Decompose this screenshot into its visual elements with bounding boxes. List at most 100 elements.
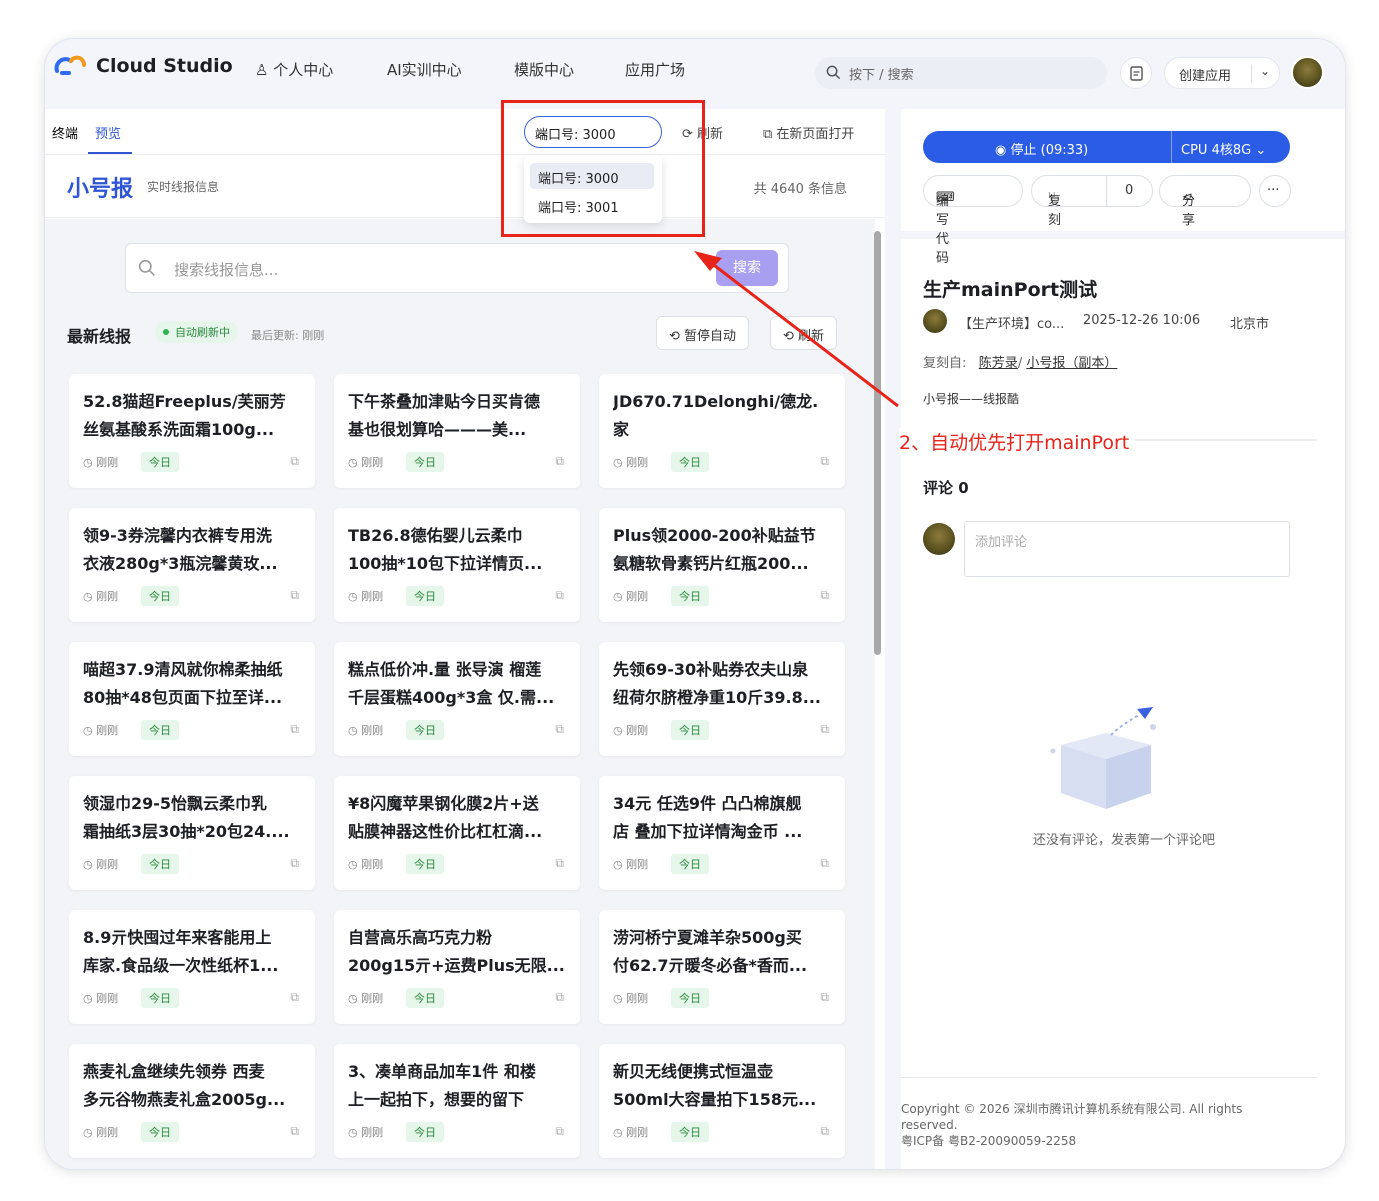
edit-code-button[interactable]: ⌨ 编写代码 xyxy=(923,175,1023,266)
external-link-icon[interactable]: ⧉ xyxy=(290,454,299,469)
deal-card[interactable]: ¥8闪魔苹果钢化膜2片+送 贴膜神器这性价比杠杠滴... ◷ 刚刚 今日 ⧉ xyxy=(334,776,580,890)
open-new-page-button[interactable]: ⧉ 在新页面打开 xyxy=(763,123,854,142)
fork-source-project-link[interactable]: 小号报（副本） xyxy=(1026,356,1117,371)
external-link-icon[interactable]: ⧉ xyxy=(290,588,299,603)
more-button[interactable]: ··· xyxy=(1259,175,1291,207)
project-title: 生产mainPort测试 xyxy=(923,279,1098,301)
external-link-icon: ⧉ xyxy=(763,127,777,142)
external-link-icon[interactable]: ⧉ xyxy=(820,1124,829,1139)
last-update: 最后更新: 刚刚 xyxy=(251,329,325,342)
external-link-icon[interactable]: ⧉ xyxy=(820,990,829,1005)
deal-card[interactable]: 下午茶叠加津贴今日买肯德 基也很划算哈———美... ◷ 刚刚 今日 ⧉ xyxy=(334,374,580,488)
deal-card[interactable]: 自营高乐高巧克力粉 200g15亓+运费Plus无限... ◷ 刚刚 今日 ⧉ xyxy=(334,910,580,1024)
today-tag: 今日 xyxy=(141,988,179,1008)
created-datetime: 2025-12-26 10:06 xyxy=(1083,313,1201,328)
deal-time: ◷ 刚刚 xyxy=(348,992,384,1005)
chevron-down-icon[interactable]: ⌄ xyxy=(1260,64,1270,78)
clock-icon: ◷ xyxy=(348,724,362,737)
deal-card[interactable]: 领9-3券浣馨内衣裤专用洗 衣液280g*3瓶浣馨黄玫... ◷ 刚刚 今日 ⧉ xyxy=(69,508,315,622)
commenter-avatar xyxy=(923,523,955,555)
comment-input[interactable]: 添加评论 xyxy=(964,521,1290,577)
deal-card[interactable]: TB26.8德佑婴儿云柔巾 100抽*10包下拉详情页... ◷ 刚刚 今日 ⧉ xyxy=(334,508,580,622)
deal-card[interactable]: 34元 任选9件 凸凸棉旗舰 店 叠加下拉详情淘金币 ... ◷ 刚刚 今日 ⧉ xyxy=(599,776,845,890)
nav-personal-center[interactable]: ♙ 个人中心 xyxy=(255,59,333,80)
divider xyxy=(1171,131,1172,163)
external-link-icon[interactable]: ⧉ xyxy=(820,454,829,469)
person-icon: ♙ xyxy=(255,61,274,79)
deal-card[interactable]: 新贝无线便携式恒温壶 500ml大容量拍下158元... ◷ 刚刚 今日 ⧉ xyxy=(599,1044,845,1158)
global-search[interactable]: 按下 / 搜索 xyxy=(815,57,1107,89)
deal-title: 8.9亓快囤过年来客能用上 库家.食品级一次性纸杯1... xyxy=(83,928,279,975)
total-count: 共 4640 条信息 xyxy=(753,182,847,197)
pause-auto-button[interactable]: ⟲ 暂停自动 xyxy=(656,316,750,350)
fork-source-user-link[interactable]: 陈芳录 xyxy=(979,356,1018,371)
external-link-icon[interactable]: ⧉ xyxy=(555,722,564,737)
tab-preview[interactable]: 预览 xyxy=(95,123,121,142)
external-link-icon[interactable]: ⧉ xyxy=(820,588,829,603)
cloud-studio-logo[interactable] xyxy=(53,53,89,79)
comments-header: 评论 0 xyxy=(923,479,969,497)
today-tag: 今日 xyxy=(671,1122,709,1142)
external-link-icon[interactable]: ⧉ xyxy=(290,856,299,871)
deal-title: ¥8闪魔苹果钢化膜2片+送 贴膜神器这性价比杠杠滴... xyxy=(348,794,543,841)
deal-title: 34元 任选9件 凸凸棉旗舰 店 叠加下拉详情淘金币 ... xyxy=(613,794,803,841)
workspace-controls: ◉ 停止 (09:33) CPU 4核8G ⌄ ⌨ 编写代码 ⑂ 复刻 0 ⋖ … xyxy=(901,109,1345,266)
refresh-button[interactable]: ⟲ 刷新 xyxy=(770,316,838,350)
deal-search-input[interactable]: 搜索线报信息... 搜索 xyxy=(125,243,789,293)
deal-card[interactable]: 喵超37.9清风就你棉柔抽纸 80抽*48包页面下拉至详... ◷ 刚刚 今日 ⧉ xyxy=(69,642,315,756)
search-icon xyxy=(826,65,841,80)
deal-card[interactable]: JD670.71Delonghi/德龙.家 用半自动咖啡机小型15b... ◷ 刚… xyxy=(599,374,845,488)
deal-card[interactable]: Plus领2000-200补贴益节 氨糖软骨素钙片红瓶200... ◷ 刚刚 今日 ⧉ xyxy=(599,508,845,622)
create-app-button[interactable]: 创建应用 ⌄ xyxy=(1164,57,1280,89)
clock-icon: ◷ xyxy=(613,456,627,469)
external-link-icon[interactable]: ⧉ xyxy=(820,856,829,871)
external-link-icon[interactable]: ⧉ xyxy=(290,990,299,1005)
nav-templates[interactable]: 模版中心 xyxy=(514,59,574,80)
preview-toolbar: 终端 预览 端口号: 3000 ︿ ⟳ 刷新 ⧉ 在新页面打开 xyxy=(45,109,885,155)
deal-card[interactable]: 先领69-30补贴券农夫山泉 纽荷尔脐橙净重10斤39.8... ◷ 刚刚 今日 ⧉ xyxy=(599,642,845,756)
external-link-icon[interactable]: ⧉ xyxy=(555,856,564,871)
cpu-spec-select[interactable]: CPU 4核8G ⌄ xyxy=(1181,139,1266,158)
nav-ai-training[interactable]: AI实训中心 xyxy=(387,59,462,80)
deal-card[interactable]: 3、凑单商品加车1件 和楼 上一起拍下，想要的留下 ◷ 刚刚 今日 ⧉ xyxy=(334,1044,580,1158)
deal-time: ◷ 刚刚 xyxy=(613,456,649,469)
external-link-icon[interactable]: ⧉ xyxy=(555,1124,564,1139)
author-avatar[interactable] xyxy=(923,309,947,333)
icp-text: 粤ICP备 粤B2-20090059-2258 xyxy=(901,1134,1077,1148)
empty-comments-text: 还没有评论，发表第一个评论吧 xyxy=(1032,833,1215,848)
external-link-icon[interactable]: ⧉ xyxy=(290,1124,299,1139)
brand-name[interactable]: Cloud Studio xyxy=(96,55,233,77)
fork-button[interactable]: ⑂ 复刻 0 xyxy=(1031,175,1153,228)
deal-card[interactable]: 涝河桥宁夏滩羊杂500g买 付62.7亓暖冬必备*香而... ◷ 刚刚 今日 ⧉ xyxy=(599,910,845,1024)
deal-title: 下午茶叠加津贴今日买肯德 基也很划算哈———美... xyxy=(348,392,541,439)
external-link-icon[interactable]: ⧉ xyxy=(555,454,564,469)
today-tag: 今日 xyxy=(671,988,709,1008)
external-link-icon[interactable]: ⧉ xyxy=(555,990,564,1005)
external-link-icon[interactable]: ⧉ xyxy=(555,588,564,603)
nav-app-square[interactable]: 应用广场 xyxy=(625,59,685,80)
today-tag: 今日 xyxy=(671,720,709,740)
external-link-icon[interactable]: ⧉ xyxy=(290,722,299,737)
divider xyxy=(901,1077,1317,1078)
scrollbar[interactable] xyxy=(874,231,881,655)
tab-terminal[interactable]: 终端 xyxy=(52,123,78,142)
share-button[interactable]: ⋖ 分享 xyxy=(1159,175,1251,228)
external-link-icon[interactable]: ⧉ xyxy=(820,722,829,737)
today-tag: 今日 xyxy=(406,586,444,606)
clock-icon: ◷ xyxy=(348,456,362,469)
author-name[interactable]: 【生产环境】co... xyxy=(959,313,1064,332)
clock-icon: ◷ xyxy=(83,1126,97,1139)
docs-button[interactable] xyxy=(1120,57,1152,89)
today-tag: 今日 xyxy=(141,720,179,740)
deal-card[interactable]: 燕麦礼盒继续先领券 西麦 多元谷物燕麦礼盒2005g... ◷ 刚刚 今日 ⧉ xyxy=(69,1044,315,1158)
deal-title: 新贝无线便携式恒温壶 500ml大容量拍下158元... xyxy=(613,1062,817,1109)
search-button[interactable]: 搜索 xyxy=(716,250,778,286)
deal-card[interactable]: 糕点低价冲.量 张导演 榴莲 千层蛋糕400g*3盒 仅.需... ◷ 刚刚 今日 ⧉ xyxy=(334,642,580,756)
deal-card[interactable]: 52.8猫超Freeplus/芙丽芳 丝氨基酸系洗面霜100g... ◷ 刚刚 今日… xyxy=(69,374,315,488)
deal-title: 先领69-30补贴券农夫山泉 纽荷尔脐橙净重10斤39.8... xyxy=(613,660,821,707)
deal-card[interactable]: 8.9亓快囤过年来客能用上 库家.食品级一次性纸杯1... ◷ 刚刚 今日 ⧉ xyxy=(69,910,315,1024)
user-avatar[interactable] xyxy=(1291,56,1324,89)
today-tag: 今日 xyxy=(141,586,179,606)
stop-button[interactable]: ◉ 停止 (09:33) CPU 4核8G ⌄ xyxy=(923,131,1290,163)
deal-card[interactable]: 领湿巾29-5怡飘云柔巾乳 霜抽纸3层30抽*20包24.... ◷ 刚刚 今日 ⧉ xyxy=(69,776,315,890)
